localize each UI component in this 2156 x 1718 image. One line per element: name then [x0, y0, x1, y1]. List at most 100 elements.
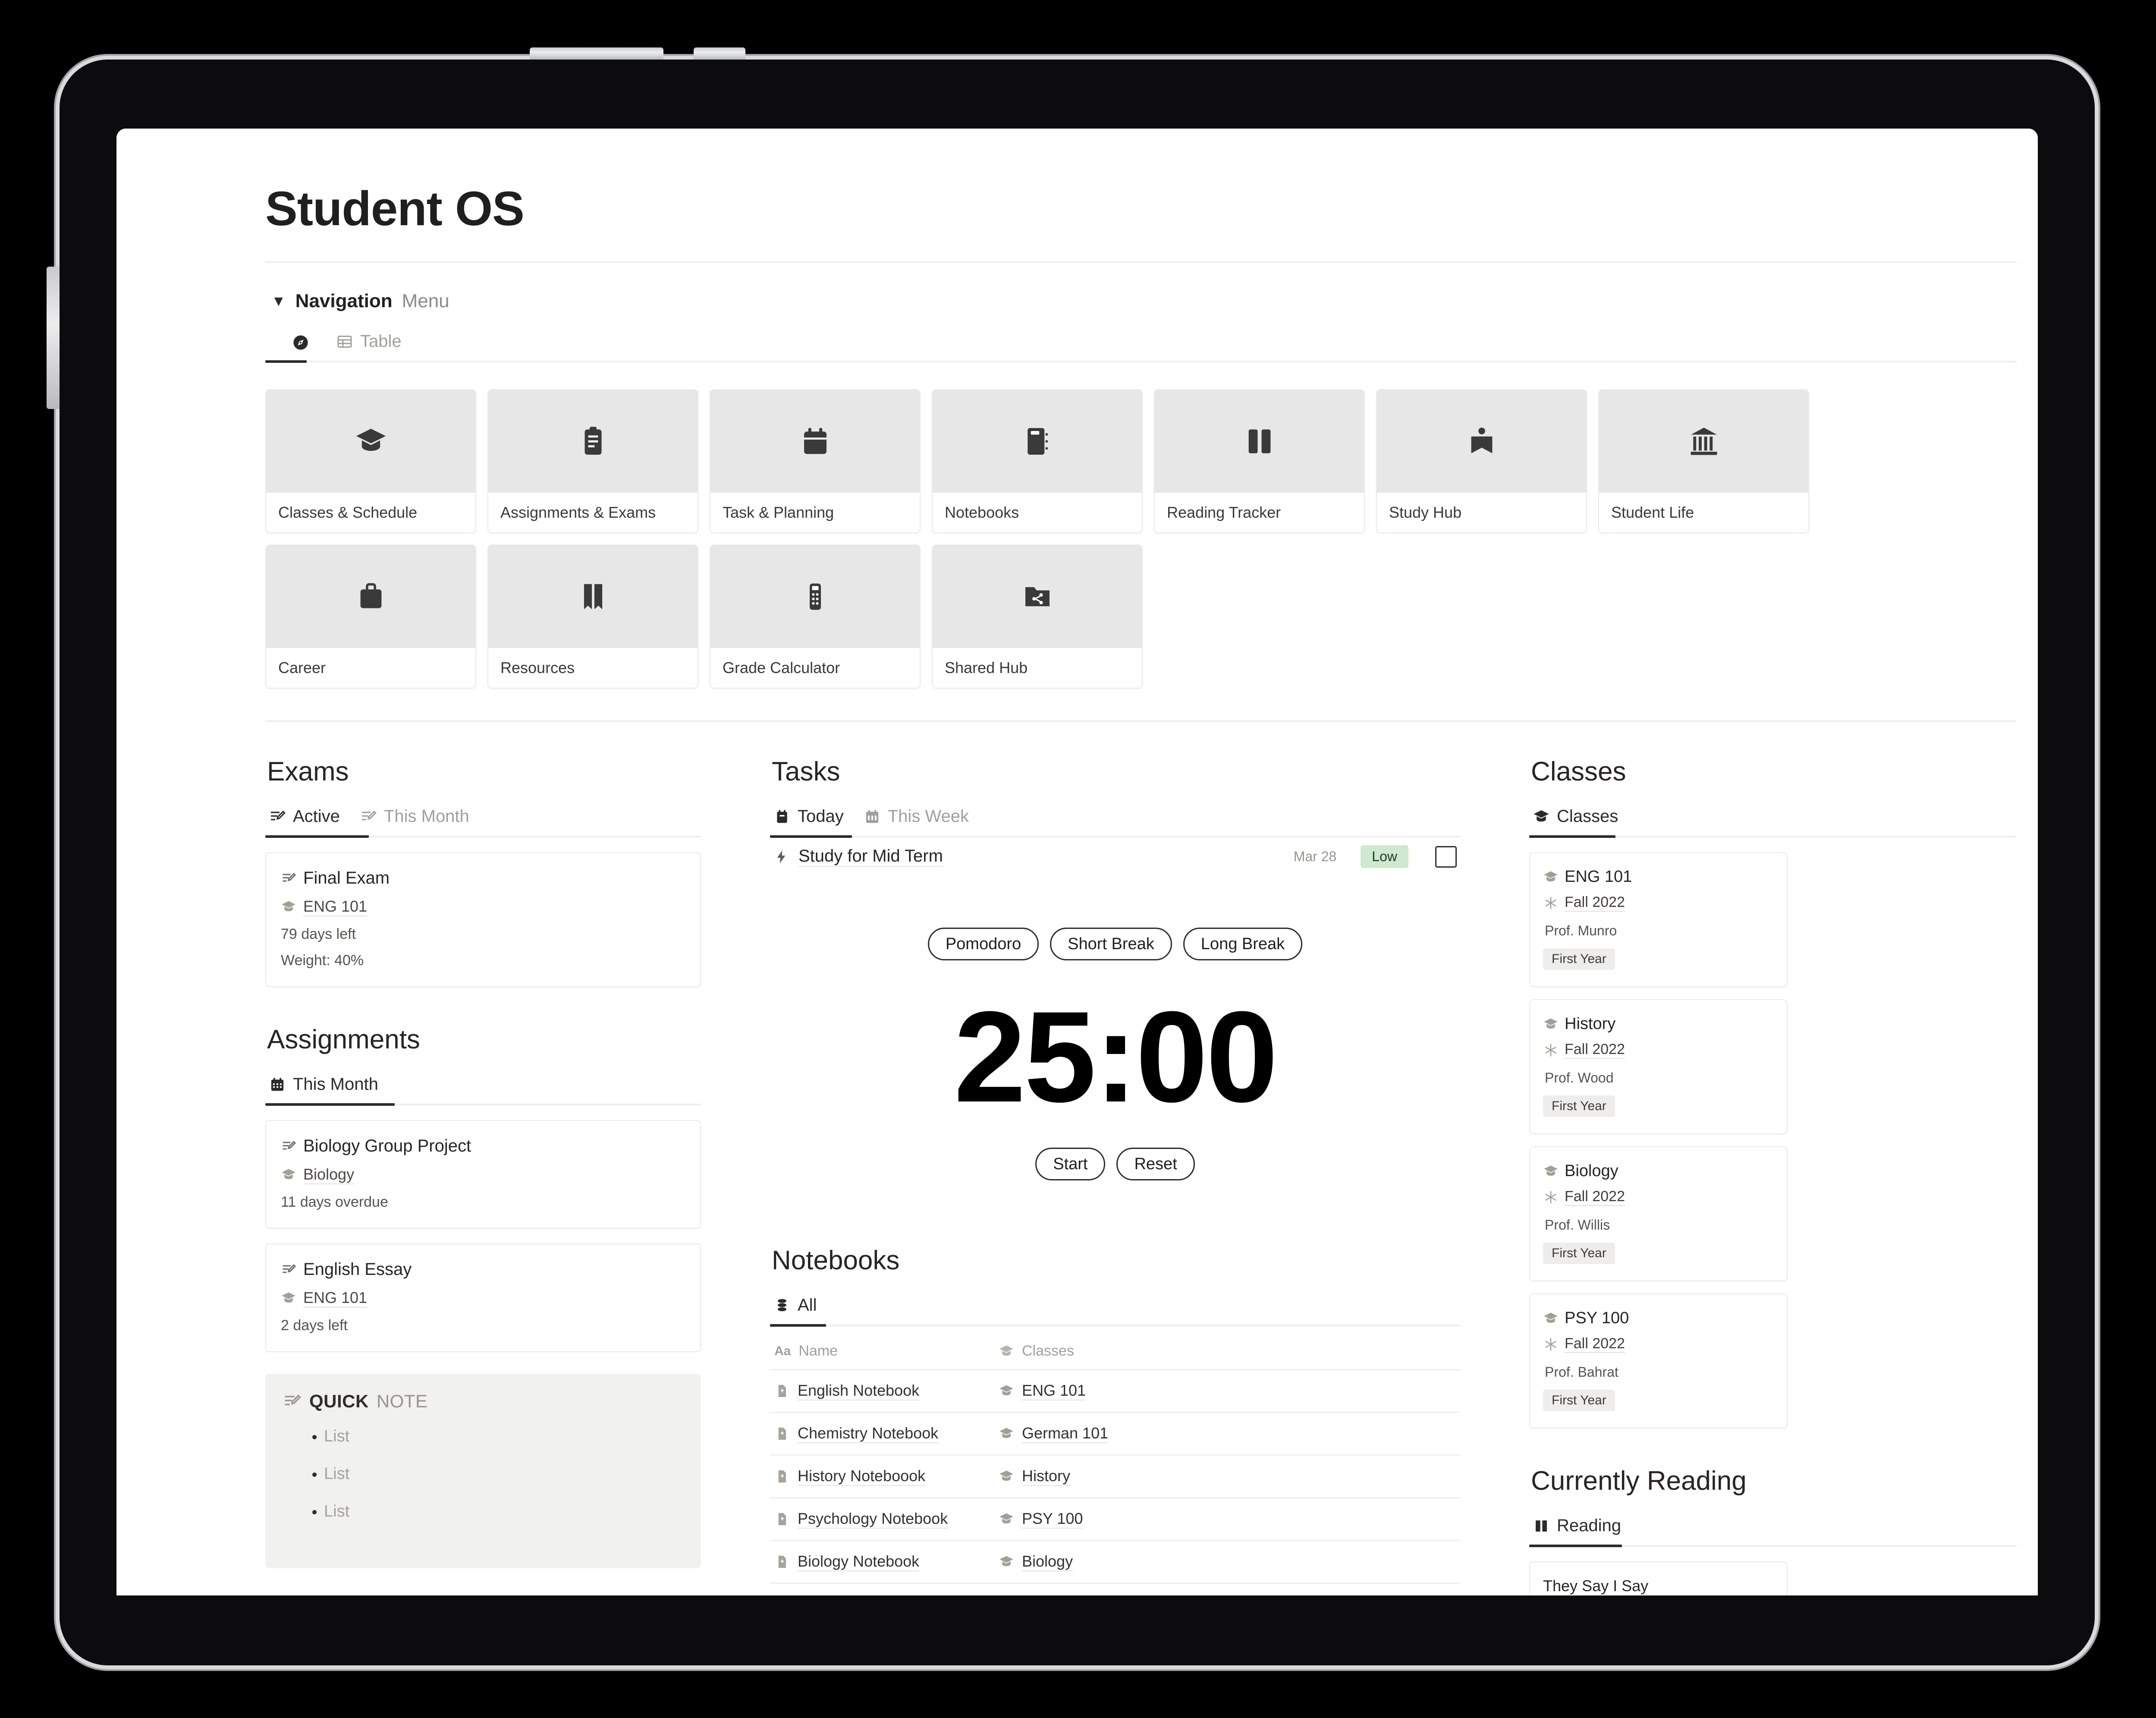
nav-card-label: Student Life	[1599, 493, 1808, 532]
class-term[interactable]: Fall 2022	[1565, 1041, 1625, 1059]
class-card[interactable]: History Fall 2022 Prof. Wood First Year	[1529, 999, 1788, 1134]
list-item[interactable]: List	[324, 1465, 684, 1483]
reading-card[interactable]: They Say I Say ◆◆◆◆◇◇◇◇◇◇45%	[1529, 1561, 1788, 1595]
task-date: Mar 28	[1293, 849, 1337, 864]
nav-card-shared-hub[interactable]: Shared Hub	[932, 544, 1143, 689]
notebook-name[interactable]: History Noteboook	[798, 1467, 926, 1486]
column-header-classes[interactable]: Classes	[1022, 1343, 1074, 1359]
nav-card-label: Grade Calculator	[710, 648, 920, 688]
long-break-button[interactable]: Long Break	[1183, 928, 1303, 960]
pomodoro-mode-button[interactable]: Pomodoro	[927, 928, 1039, 960]
tab-assignments-this-month[interactable]: This Month	[269, 1075, 378, 1104]
short-break-button[interactable]: Short Break	[1050, 928, 1172, 960]
tab-compass[interactable]	[292, 334, 316, 361]
column-right: Classes Classes ENG 101 Fall 2022 Prof. …	[1529, 756, 2017, 1595]
tab-notebooks-all[interactable]: All	[773, 1296, 817, 1325]
exam-card[interactable]: Final Exam ENG 101 79 days left Weight: …	[265, 852, 701, 987]
notebook-class[interactable]: Biology	[1022, 1552, 1073, 1571]
class-term[interactable]: Fall 2022	[1565, 1335, 1625, 1353]
table-row[interactable]: Biology Notebook Biology	[770, 1541, 1460, 1584]
class-professor: Prof. Bahrat	[1545, 1364, 1619, 1380]
pomodoro-controls: Start Reset	[770, 1148, 1460, 1180]
tab-table[interactable]: Table	[336, 332, 402, 361]
tab-exams-this-month[interactable]: This Month	[360, 807, 469, 836]
exam-name: Final Exam	[303, 868, 390, 887]
class-card[interactable]: Biology Fall 2022 Prof. Willis First Yea…	[1529, 1146, 1788, 1281]
notebook-name[interactable]: English Notebook	[798, 1381, 920, 1400]
class-term[interactable]: Fall 2022	[1565, 894, 1625, 912]
exam-class[interactable]: ENG 101	[303, 897, 368, 916]
nav-card-task-planning[interactable]: Task & Planning	[710, 389, 921, 533]
assignment-card[interactable]: English Essay ENG 101 2 days left	[265, 1243, 701, 1352]
tab-reading[interactable]: Reading	[1533, 1516, 1621, 1545]
navigation-tabstrip: Table	[265, 332, 2017, 363]
volume-button-top-secondary[interactable]	[694, 47, 745, 60]
notebook-name[interactable]: Biology Notebook	[798, 1552, 920, 1571]
nav-card-student-life[interactable]: Student Life	[1598, 389, 1809, 533]
assignments-tabstrip: This Month	[265, 1075, 701, 1106]
title-divider	[265, 261, 2017, 263]
notebook-name[interactable]: Psychology Notebook	[798, 1510, 948, 1529]
tab-tasks-today[interactable]: Today	[773, 807, 844, 836]
page-title: Student OS	[265, 182, 525, 236]
exams-tabstrip: Active This Month	[265, 807, 701, 838]
column-header-name[interactable]: Name	[798, 1343, 838, 1359]
nav-card-resources[interactable]: Resources	[487, 544, 698, 689]
task-row[interactable]: Study for Mid Term Mar 28 Low	[770, 837, 1460, 876]
table-row[interactable]: History Noteboook History	[770, 1456, 1460, 1498]
tab-label: Classes	[1557, 807, 1619, 826]
notebook-class[interactable]: German 101	[1022, 1424, 1109, 1443]
graduation-cap-icon	[281, 899, 296, 915]
exams-heading: Exams	[267, 757, 349, 787]
navigation-label-secondary: Menu	[402, 290, 449, 312]
assignment-class[interactable]: ENG 101	[303, 1289, 368, 1308]
tab-exams-active[interactable]: Active	[269, 807, 340, 836]
list-item[interactable]: List	[324, 1427, 684, 1446]
assignment-card[interactable]: Biology Group Project Biology 11 days ov…	[265, 1120, 701, 1229]
nav-card-study-hub[interactable]: Study Hub	[1376, 389, 1587, 533]
clipboard-icon	[488, 390, 698, 493]
graduation-cap-icon	[1543, 1311, 1559, 1326]
notebook-class[interactable]: History	[1022, 1467, 1071, 1486]
task-name[interactable]: Study for Mid Term	[798, 846, 943, 867]
tab-classes[interactable]: Classes	[1533, 807, 1618, 836]
navigation-menu-toggle[interactable]: ▼ Navigation Menu	[271, 290, 2017, 312]
start-button[interactable]: Start	[1035, 1148, 1106, 1180]
class-card[interactable]: ENG 101 Fall 2022 Prof. Munro First Year	[1529, 852, 1788, 987]
nav-card-classes-schedule[interactable]: Classes & Schedule	[265, 389, 476, 533]
nav-card-grade-calculator[interactable]: Grade Calculator	[710, 544, 921, 689]
nav-card-label: Classes & Schedule	[266, 493, 475, 532]
nav-card-label: Task & Planning	[710, 493, 920, 532]
list-item[interactable]: List	[324, 1502, 684, 1521]
notebooks-table: Aa Name Classes English Notebook ENG 101…	[770, 1333, 1460, 1584]
notebook-name[interactable]: Chemistry Notebook	[798, 1424, 939, 1443]
class-card[interactable]: PSY 100 Fall 2022 Prof. Bahrat First Yea…	[1529, 1293, 1788, 1429]
nav-card-notebooks[interactable]: Notebooks	[932, 389, 1143, 533]
reset-button[interactable]: Reset	[1116, 1148, 1195, 1180]
tab-tasks-this-week[interactable]: This Week	[864, 807, 969, 836]
nav-card-reading-tracker[interactable]: Reading Tracker	[1154, 389, 1365, 533]
timer-display: 25:00	[954, 984, 1278, 1129]
class-term[interactable]: Fall 2022	[1565, 1188, 1625, 1206]
navigation-card-grid: Classes & Schedule Assignments & Exams T…	[265, 389, 2017, 689]
class-year-tag: First Year	[1543, 1095, 1615, 1117]
notebooks-tabstrip: All	[770, 1296, 1460, 1327]
quick-note-block[interactable]: QUICK NOTE List List List	[265, 1374, 701, 1568]
class-professor: Prof. Wood	[1545, 1070, 1614, 1086]
assignment-class[interactable]: Biology	[303, 1165, 355, 1184]
class-year-tag: First Year	[1543, 1390, 1615, 1411]
table-row[interactable]: Psychology Notebook PSY 100	[770, 1498, 1460, 1541]
list-edit-icon	[281, 1139, 296, 1154]
nav-card-assignments-exams[interactable]: Assignments & Exams	[487, 389, 698, 533]
table-row[interactable]: English Notebook ENG 101	[770, 1370, 1460, 1413]
power-button[interactable]	[47, 267, 60, 409]
task-checkbox[interactable]	[1435, 846, 1457, 868]
table-row[interactable]: Chemistry Notebook German 101	[770, 1413, 1460, 1456]
volume-button-top[interactable]	[530, 47, 663, 60]
notebook-class[interactable]: ENG 101	[1022, 1381, 1086, 1400]
pomodoro-timer: Pomodoro Short Break Long Break 25:00 St…	[770, 928, 1460, 1180]
graduation-cap-icon	[1533, 808, 1550, 825]
nav-card-career[interactable]: Career	[265, 544, 476, 689]
chevron-down-icon[interactable]: ▼	[271, 294, 286, 308]
notebook-class[interactable]: PSY 100	[1022, 1510, 1083, 1529]
